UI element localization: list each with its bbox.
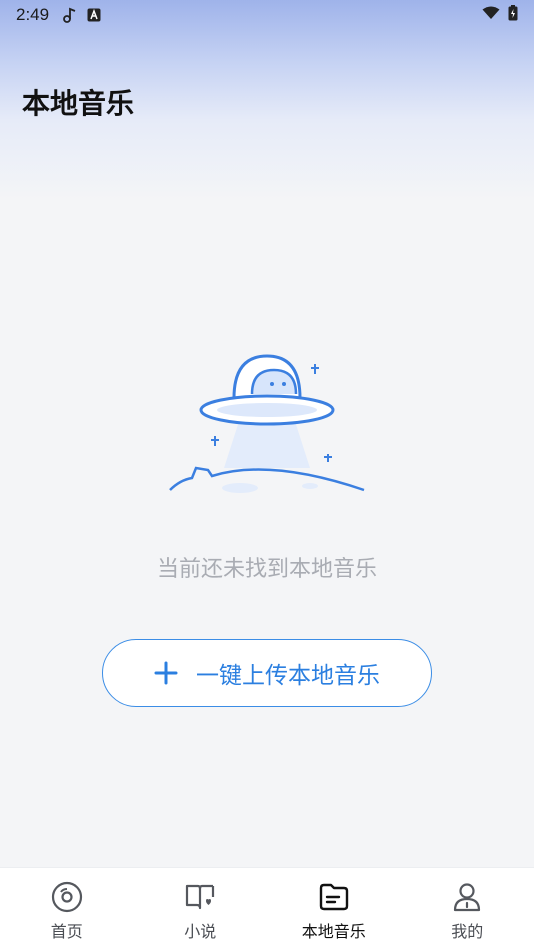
tab-local-music-label: 本地音乐	[301, 922, 366, 941]
status-bar: 2:49	[0, 0, 534, 30]
tab-novel[interactable]: 小说	[134, 868, 268, 950]
tab-novel-label: 小说	[184, 922, 217, 941]
user-icon	[450, 880, 484, 914]
plus-icon	[154, 661, 178, 685]
tab-local-music[interactable]: 本地音乐	[267, 868, 401, 950]
tab-home-label: 首页	[50, 922, 83, 941]
disc-icon	[50, 880, 84, 914]
status-time: 2:49	[16, 5, 50, 24]
empty-state-message: 当前还未找到本地音乐	[156, 557, 377, 582]
battery-charging-icon	[508, 4, 518, 26]
book-icon	[183, 880, 217, 914]
page-title: 本地音乐	[22, 87, 135, 120]
wifi-icon	[482, 5, 500, 25]
tab-home[interactable]: 首页	[0, 868, 134, 950]
tab-mine-label: 我的	[451, 922, 484, 941]
status-right	[482, 4, 518, 26]
folder-music-icon	[317, 880, 351, 914]
app-a-icon	[87, 8, 101, 22]
upload-button-label: 一键上传本地音乐	[196, 663, 380, 689]
music-note-icon	[63, 7, 77, 23]
ufo-icon	[160, 350, 374, 500]
bottom-tab-bar: 首页 小说 本地音乐 我的	[0, 867, 534, 950]
upload-local-music-button[interactable]: 一键上传本地音乐	[102, 639, 432, 707]
tab-mine[interactable]: 我的	[401, 868, 534, 950]
